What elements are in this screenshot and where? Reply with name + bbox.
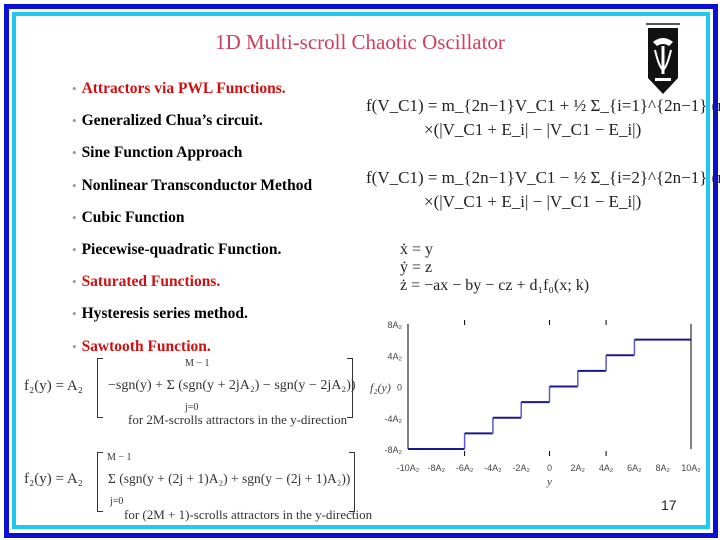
bullet-dot-icon: •: [72, 241, 77, 257]
y-axis-label: f₂(y): [370, 381, 391, 395]
sat2-caption: for (2M + 1)-scrolls attractors in the y…: [124, 507, 373, 522]
bullet-text: Sine Function Approach: [81, 144, 243, 162]
sat1-left-bracket: [97, 358, 103, 418]
x-tick-label: -6A₂: [456, 463, 474, 473]
sat2-lhs: f₂(y) = A₂: [24, 471, 83, 487]
slide-title: 1D Multi-scroll Chaotic Oscillator: [215, 30, 505, 54]
bullet-dot-icon: •: [72, 177, 77, 193]
x-tick-label: 2A₂: [571, 463, 586, 473]
equation-text: ×(|V_C1 + E_i| − |V_C1 − E_i|): [424, 192, 642, 211]
page-number: 17: [661, 497, 677, 513]
sat1-body: −sgn(y) + Σ (sgn(y + 2jA₂) − sgn(y − 2jA…: [108, 378, 356, 393]
y-tick-label: -8A₂: [385, 445, 403, 455]
x-tick-label: -10A₂: [397, 463, 420, 473]
x-tick-label: 0: [547, 463, 552, 473]
bullet-dot-icon: •: [72, 209, 77, 225]
sat2-body: Σ (sgn(y + (2j + 1)A₂) + sgn(y − (2j + 1…: [108, 471, 351, 486]
chua-equation-2-line-1: f(V_C1) = m_{2n−1}V_C1 − ½ Σ_{i=2}^{2n−1…: [366, 168, 720, 188]
bullet-text: Hysteresis series method.: [81, 305, 248, 323]
chua-equation-1-line-2: ×(|V_C1 + E_i| − |V_C1 − E_i|): [424, 120, 641, 140]
bullet-text: Cubic Function: [81, 208, 185, 226]
bullet-text: Saturated Functions.: [81, 273, 221, 291]
bullet-dot-icon: •: [72, 145, 77, 161]
sat1-right-bracket: [347, 358, 353, 418]
bullet-item: • Nonlinear Transconductor Method: [72, 173, 312, 205]
sat1-caption: for 2M-scrolls attractors in the y-direc…: [128, 412, 348, 427]
x-tick-label: 10A₂: [681, 463, 701, 473]
x-tick-label: 8A₂: [655, 463, 670, 473]
bullet-dot-icon: •: [72, 306, 77, 322]
bullet-item: • Hysteresis series method.: [72, 301, 312, 333]
staircase-chart: -10A₂ -8A₂ -6A₂ -4A₂ -2A₂ 0 2A₂ 4A₂ 6A₂ 8A₂ 10A₂ 8A…: [370, 320, 701, 488]
bullet-dot-icon: •: [72, 113, 77, 129]
bullet-text: Nonlinear Transconductor Method: [81, 176, 313, 194]
university-crest-icon: [646, 23, 680, 94]
x-tick-label: -8A₂: [428, 463, 446, 473]
chua-equation-1-line-1: f(V_C1) = m_{2n−1}V_C1 + ½ Σ_{i=1}^{2n−1…: [366, 96, 720, 116]
y-tick-label: 0: [397, 383, 402, 393]
bullet-list: • Attractors via PWL Functions. • Generaliz…: [72, 76, 312, 366]
sat1-sum-upper: M − 1: [185, 358, 210, 369]
y-tick-label: 8A₂: [387, 320, 402, 330]
bullet-item: • Cubic Function: [72, 205, 312, 237]
equation-text: f(V_C1) = m_{2n−1}V_C1 − ½ Σ_{i=2}^{2n−1…: [366, 168, 720, 187]
bullet-text: Sawtooth Function.: [81, 337, 211, 355]
chua-equation-2-line-2: ×(|V_C1 + E_i| − |V_C1 − E_i|): [424, 192, 641, 212]
equation-y-dot: ẏ = z: [400, 259, 433, 276]
bullet-text: Piecewise-quadratic Function.: [81, 240, 282, 258]
bullet-text: Attractors via PWL Functions.: [81, 80, 286, 97]
sat2-sum-upper: M − 1: [107, 452, 132, 463]
x-axis-label: y: [546, 476, 552, 488]
sat2-right-bracket: [349, 452, 355, 512]
bullet-dot-icon: •: [72, 81, 77, 96]
equation-x-dot: ẋ = y: [400, 241, 434, 258]
bullet-item: • Attractors via PWL Functions.: [72, 76, 312, 108]
equation-z-dot: ż = −ax − by − cz + d₁f₀(x; k): [400, 277, 590, 294]
y-tick-label: -4A₂: [385, 414, 403, 424]
equation-text: ×(|V_C1 + E_i| − |V_C1 − E_i|): [424, 120, 642, 139]
bullet-dot-icon: •: [72, 274, 77, 290]
bullet-text: Generalized Chua’s circuit.: [81, 112, 263, 130]
x-tick-label: -2A₂: [512, 463, 530, 473]
bullet-dot-icon: •: [72, 338, 77, 354]
equation-text: f(V_C1) = m_{2n−1}V_C1 + ½ Σ_{i=1}^{2n−1…: [366, 96, 720, 115]
jerk-system-equations: ẋ = y ẏ = z ż = −ax − by − cz + d₁f₀(x; …: [400, 241, 589, 295]
bullet-item: • Sine Function Approach: [72, 140, 312, 172]
sat2-left-bracket: [97, 452, 103, 512]
x-tick-label: -4A₂: [484, 463, 502, 473]
x-tick-label: 4A₂: [599, 463, 614, 473]
bullet-item: • Generalized Chua’s circuit.: [72, 108, 312, 140]
sat2-sum-lower: j=0: [110, 496, 124, 507]
bullet-item: • Saturated Functions.: [72, 269, 312, 301]
bullet-item: • Piecewise-quadratic Function.: [72, 237, 312, 269]
x-tick-label: 6A₂: [627, 463, 642, 473]
sat1-lhs: f₂(y) = A₂: [24, 378, 83, 394]
y-tick-label: 4A₂: [387, 351, 402, 361]
